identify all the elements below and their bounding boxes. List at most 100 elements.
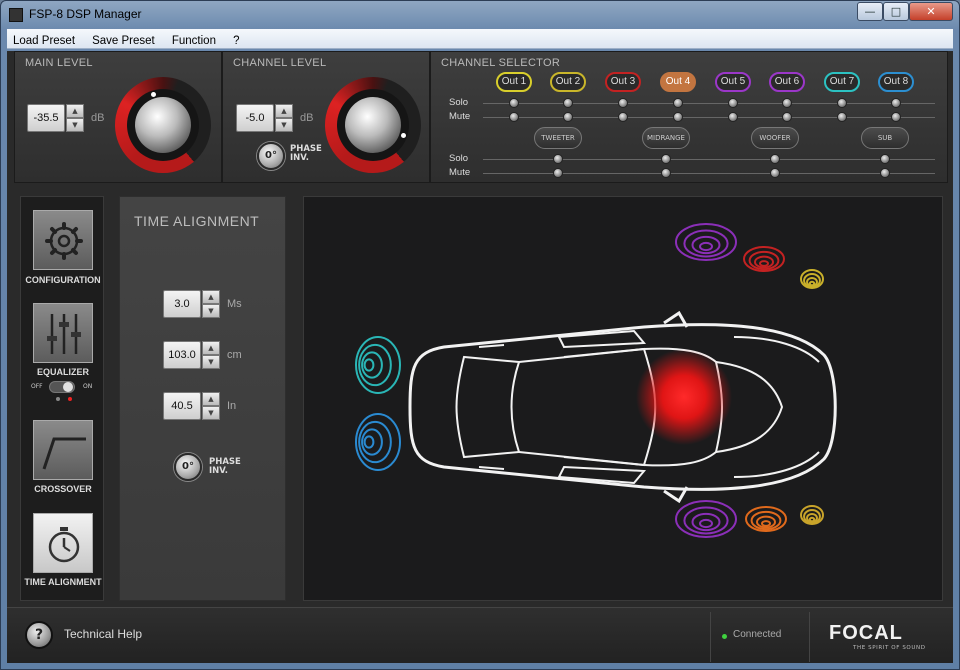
solo-toggle-out-2[interactable] — [563, 98, 573, 108]
ta-cm-stepper[interactable]: ▲ ▼ — [202, 341, 220, 369]
solo-toggle-out-6[interactable] — [782, 98, 792, 108]
ta-in-stepper[interactable]: ▲ ▼ — [202, 392, 220, 420]
chevron-down-icon[interactable]: ▼ — [275, 118, 293, 132]
mute-toggle-out-1[interactable] — [509, 112, 519, 122]
menu-function[interactable]: Function — [166, 31, 222, 51]
nav-crossover-label: CROSSOVER — [34, 484, 92, 494]
main-level-stepper[interactable]: ▲ ▼ — [66, 104, 84, 132]
channel-selector-panel: CHANNEL SELECTOR Out 1 Out 2 Out 3 Out 4 Out… — [430, 51, 948, 183]
chevron-up-icon[interactable]: ▲ — [202, 392, 220, 406]
channel-level-stepper[interactable]: ▲ ▼ — [275, 104, 293, 132]
output-1-button[interactable]: Out 1 — [496, 72, 532, 92]
mute-toggle-group-1[interactable] — [553, 168, 563, 178]
left-nav: CONFIGURATION EQUALIZER OFF ON CROSSOVER — [20, 196, 104, 601]
rear-right-tweeter[interactable] — [800, 269, 824, 289]
car-stage — [303, 196, 943, 601]
solo-toggle-group-4[interactable] — [880, 154, 890, 164]
nav-configuration-button[interactable] — [33, 210, 93, 270]
chevron-up-icon[interactable]: ▲ — [66, 104, 84, 118]
menu-help[interactable]: ? — [227, 31, 245, 51]
mute-toggle-group-3[interactable] — [770, 168, 780, 178]
chevron-up-icon[interactable]: ▲ — [202, 290, 220, 304]
output-3-button[interactable]: Out 3 — [605, 72, 641, 92]
eq-on-label: ON — [83, 383, 93, 390]
menu-load-preset[interactable]: Load Preset — [7, 31, 81, 51]
solo-toggle-out-4[interactable] — [673, 98, 683, 108]
nav-equalizer-label: EQUALIZER — [36, 367, 89, 377]
output-8-button[interactable]: Out 8 — [878, 72, 914, 92]
solo-toggle-out-7[interactable] — [837, 98, 847, 108]
mute-toggle-out-6[interactable] — [782, 112, 792, 122]
status-text: Connected — [733, 629, 782, 640]
solo-toggle-group-1[interactable] — [553, 154, 563, 164]
menu-save-preset[interactable]: Save Preset — [86, 31, 161, 51]
channel-selector-title: CHANNEL SELECTOR — [441, 57, 561, 69]
output-5-button[interactable]: Out 5 — [715, 72, 751, 92]
channel-phase-invert-button[interactable]: 0° — [257, 142, 285, 170]
mute-toggle-group-4[interactable] — [880, 168, 890, 178]
stopwatch-icon — [48, 527, 80, 563]
main-level-knob[interactable] — [115, 77, 211, 173]
output-7-button[interactable]: Out 7 — [824, 72, 860, 92]
mute-toggle-out-5[interactable] — [728, 112, 738, 122]
chevron-up-icon[interactable]: ▲ — [275, 104, 293, 118]
nav-equalizer-button[interactable] — [33, 303, 93, 363]
group-midrange-button[interactable]: MIDRANGE — [642, 127, 690, 149]
ta-ms-value[interactable]: 3.0 — [163, 290, 201, 318]
solo-toggle-out-5[interactable] — [728, 98, 738, 108]
maximize-button[interactable]: □ — [883, 2, 909, 21]
menu-bar: Load Preset Save Preset Function ? — [7, 29, 953, 49]
close-button[interactable]: ✕ — [909, 2, 953, 21]
mute-toggle-out-2[interactable] — [563, 112, 573, 122]
status-led — [722, 634, 727, 639]
solo-toggle-out-8[interactable] — [891, 98, 901, 108]
ta-ms-unit: Ms — [227, 298, 242, 310]
rear-left-woofer[interactable] — [675, 500, 737, 538]
connection-status: Connected — [710, 612, 810, 662]
output-2-button[interactable]: Out 2 — [550, 72, 586, 92]
chevron-down-icon[interactable]: ▼ — [66, 118, 84, 132]
technical-help-link[interactable]: Technical Help — [64, 627, 142, 641]
rear-left-midrange[interactable] — [745, 506, 787, 532]
rear-left-tweeter[interactable] — [800, 505, 824, 525]
channel-level-value[interactable]: -5.0 — [236, 104, 274, 132]
solo-toggle-out-1[interactable] — [509, 98, 519, 108]
rear-right-midrange[interactable] — [743, 246, 785, 272]
eq-toggle[interactable] — [49, 381, 75, 393]
mute-toggle-group-2[interactable] — [661, 168, 671, 178]
solo-toggle-out-3[interactable] — [618, 98, 628, 108]
minimize-button[interactable]: — — [857, 2, 883, 21]
nav-crossover-button[interactable] — [33, 420, 93, 480]
rear-left-speaker[interactable] — [355, 413, 401, 471]
ta-phase-invert-button[interactable]: 0° — [174, 453, 202, 481]
group-sub-button[interactable]: SUB — [861, 127, 909, 149]
solo-toggle-group-2[interactable] — [661, 154, 671, 164]
footer-bar: ? Technical Help Connected FOCAL THE SPI… — [7, 607, 953, 663]
mute-toggle-out-7[interactable] — [837, 112, 847, 122]
main-level-unit: dB — [91, 112, 105, 124]
channel-level-knob[interactable] — [325, 77, 421, 173]
chevron-down-icon[interactable]: ▼ — [202, 355, 220, 369]
solo-toggle-group-3[interactable] — [770, 154, 780, 164]
help-icon[interactable]: ? — [25, 621, 53, 649]
chevron-down-icon[interactable]: ▼ — [202, 406, 220, 420]
mute-toggle-out-3[interactable] — [618, 112, 628, 122]
nav-time-alignment-label: TIME ALIGNMENT — [24, 577, 102, 587]
group-tweeter-button[interactable]: TWEETER — [534, 127, 582, 149]
main-level-panel: MAIN LEVEL -35.5 ▲ ▼ dB — [14, 51, 222, 183]
ta-in-value[interactable]: 40.5 — [163, 392, 201, 420]
mute-toggle-out-8[interactable] — [891, 112, 901, 122]
nav-configuration-label: CONFIGURATION — [25, 275, 101, 285]
group-woofer-button[interactable]: WOOFER — [751, 127, 799, 149]
ta-cm-value[interactable]: 103.0 — [163, 341, 201, 369]
output-4-button[interactable]: Out 4 — [660, 72, 696, 92]
chevron-down-icon[interactable]: ▼ — [202, 304, 220, 318]
chevron-up-icon[interactable]: ▲ — [202, 341, 220, 355]
front-left-speaker[interactable] — [355, 336, 401, 394]
main-level-value[interactable]: -35.5 — [27, 104, 65, 132]
ta-ms-stepper[interactable]: ▲ ▼ — [202, 290, 220, 318]
mute-toggle-out-4[interactable] — [673, 112, 683, 122]
nav-time-alignment-button[interactable] — [33, 513, 93, 573]
output-6-button[interactable]: Out 6 — [769, 72, 805, 92]
rear-right-woofer[interactable] — [675, 223, 737, 261]
